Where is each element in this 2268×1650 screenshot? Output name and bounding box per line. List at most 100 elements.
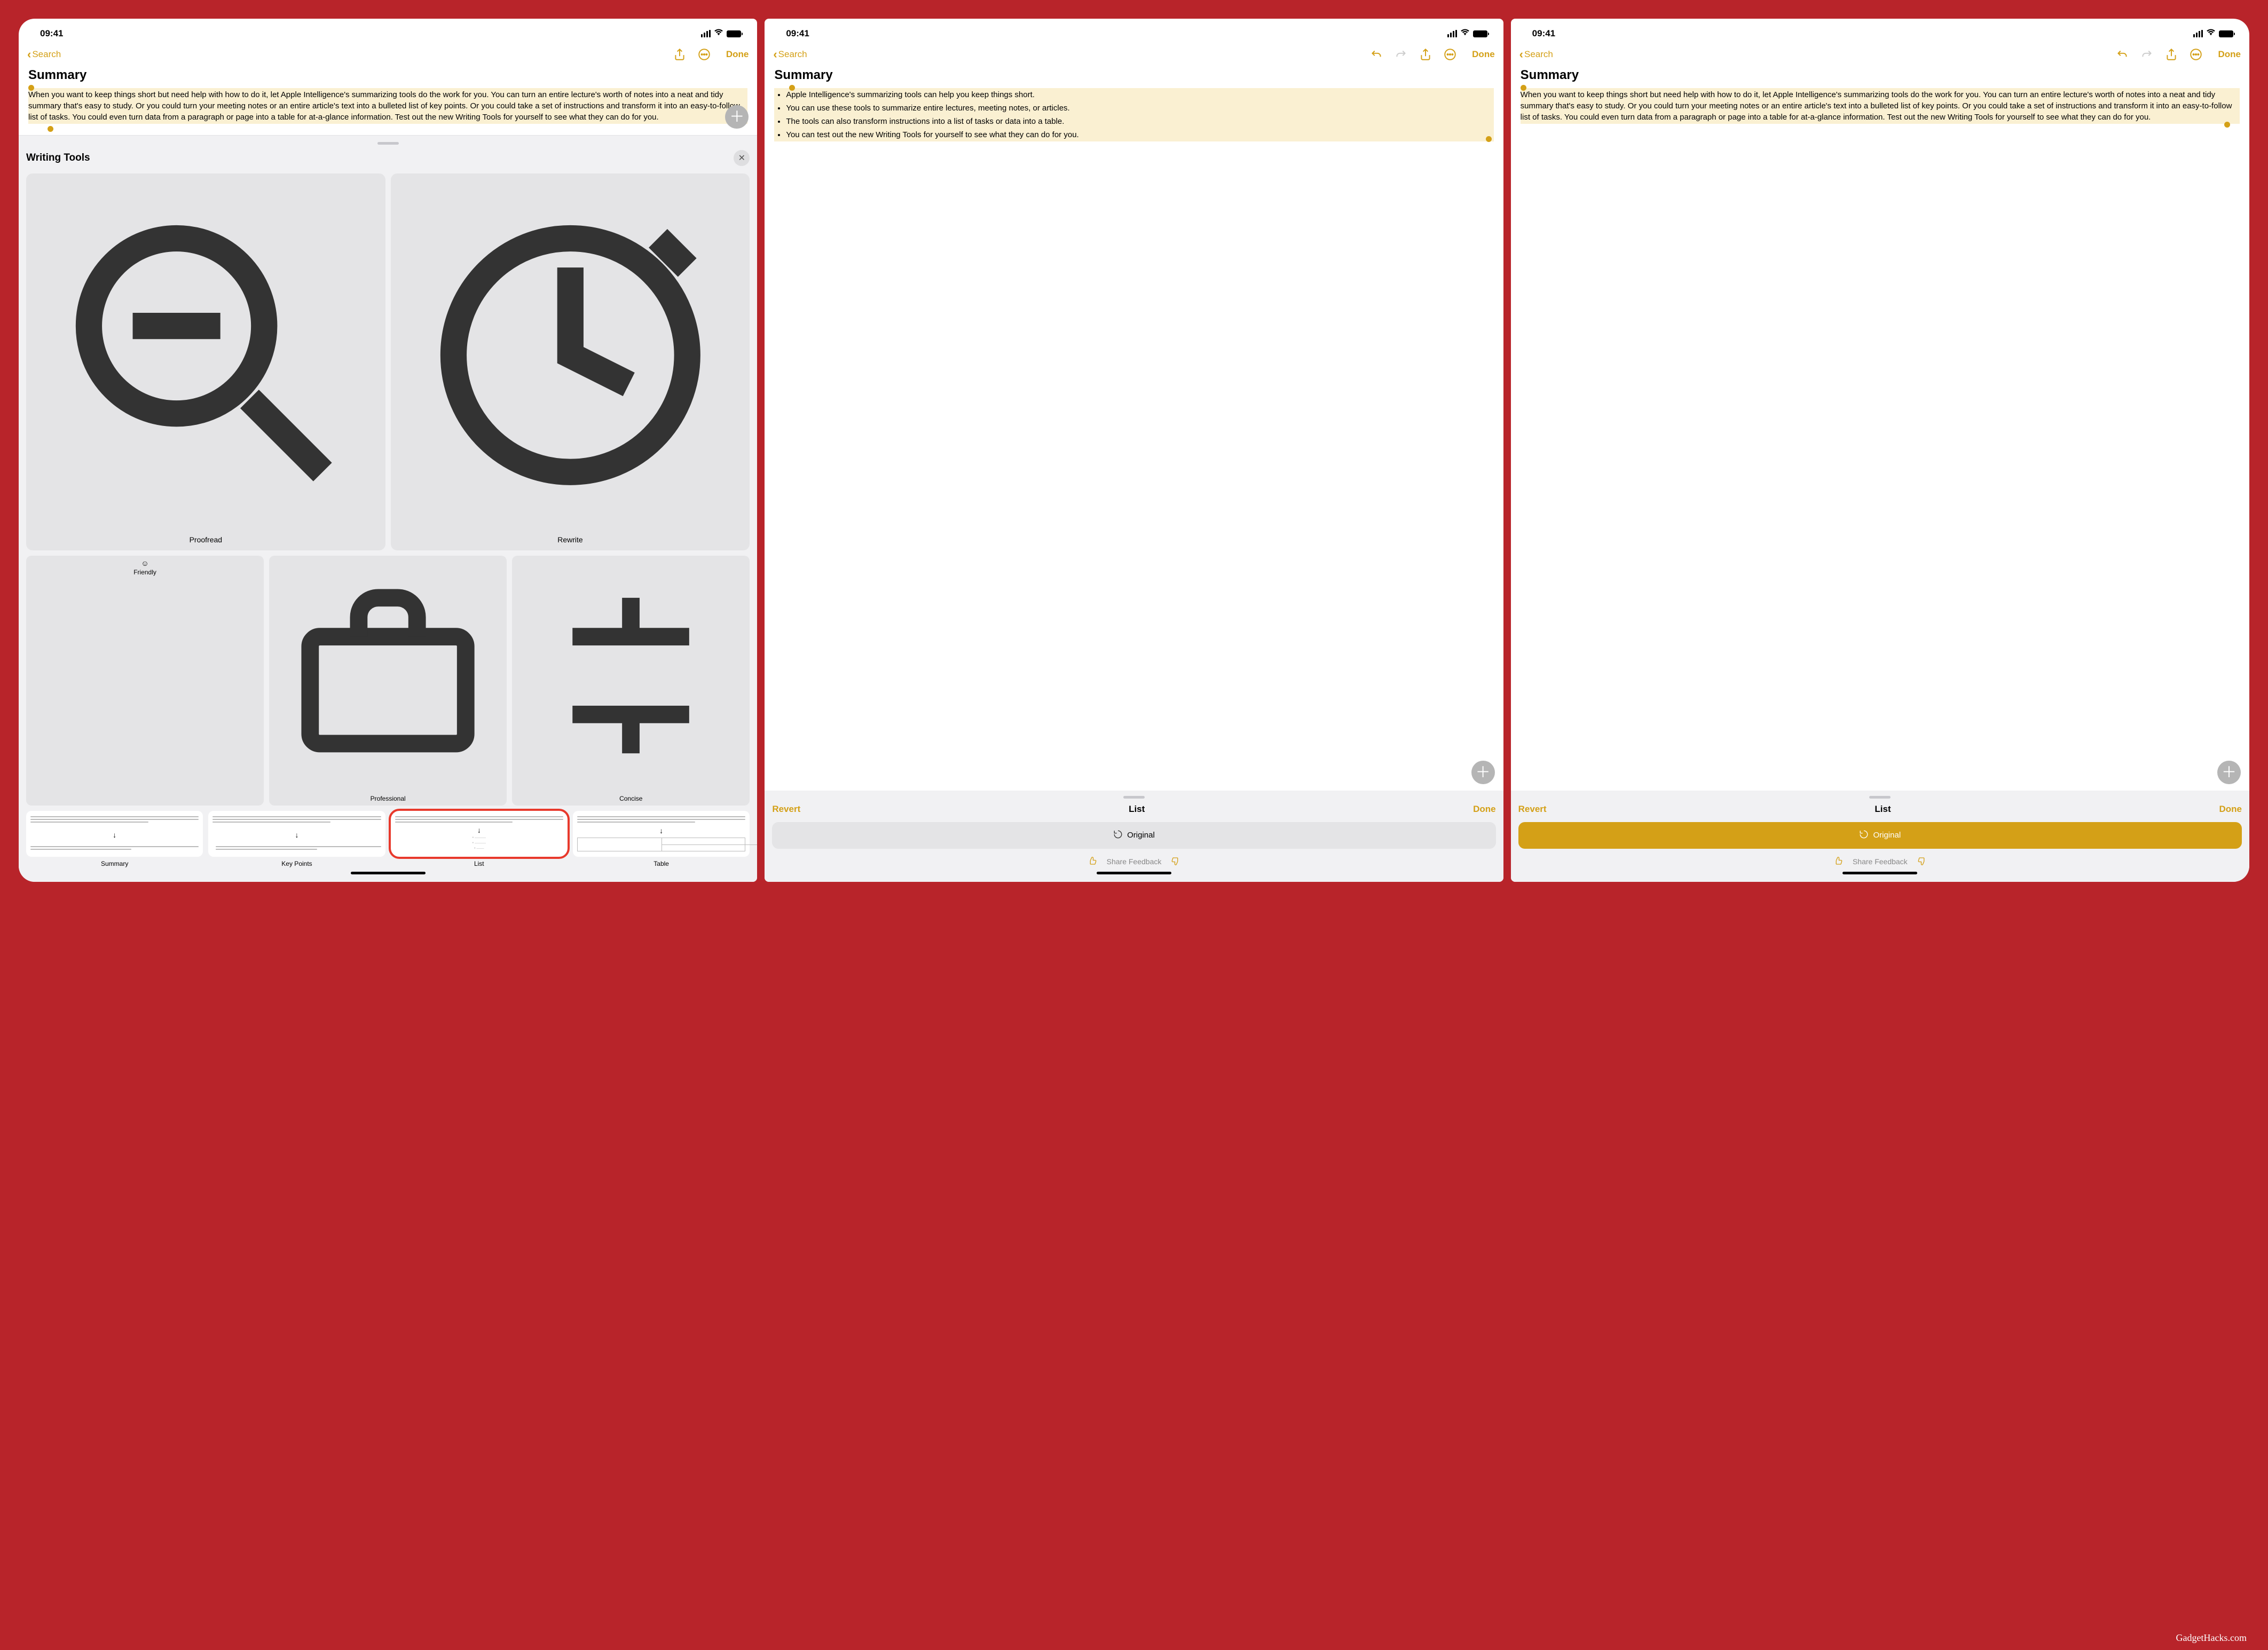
- arrow-down-icon: ↓: [395, 826, 563, 834]
- back-button[interactable]: ‹ Search: [1519, 48, 2114, 61]
- result-title: List: [1875, 804, 1891, 815]
- arrow-down-icon: ↓: [212, 831, 381, 839]
- signal-icon: [701, 30, 711, 37]
- home-indicator[interactable]: [1842, 872, 1917, 874]
- more-icon[interactable]: [1443, 48, 1457, 61]
- wifi-icon: [2206, 29, 2216, 39]
- note-bullet-list[interactable]: Apple Intelligence's summarizing tools c…: [774, 88, 1493, 141]
- share-icon[interactable]: [673, 48, 687, 61]
- result-panel: Revert List Done Original Share Feedback: [1511, 791, 2249, 882]
- thumbs-down-icon[interactable]: [1917, 856, 1927, 867]
- selection-handle-end[interactable]: [1486, 136, 1492, 142]
- share-icon[interactable]: [1419, 48, 1432, 61]
- redo-icon: [1394, 48, 1408, 61]
- writing-tools-panel: Writing Tools ✕ Proofread Rewrite: [19, 135, 757, 882]
- share-feedback-label[interactable]: Share Feedback: [1107, 857, 1162, 866]
- rewrite-button[interactable]: Rewrite: [391, 173, 750, 550]
- concise-icon: [514, 559, 747, 794]
- feedback-row: Share Feedback: [1518, 856, 2242, 867]
- panel-title: Writing Tools: [26, 152, 90, 164]
- briefcase-icon: [271, 559, 505, 794]
- revert-icon: [1113, 830, 1123, 841]
- selection-handle-start[interactable]: [28, 85, 34, 91]
- undo-icon[interactable]: [1369, 48, 1383, 61]
- share-feedback-label[interactable]: Share Feedback: [1853, 857, 1908, 866]
- revert-button[interactable]: Revert: [772, 804, 800, 815]
- result-done-button[interactable]: Done: [1473, 804, 1496, 815]
- more-icon[interactable]: [2189, 48, 2203, 61]
- format-list-button[interactable]: ↓ • ———• ———• —— List: [391, 811, 568, 867]
- wifi-icon: [1460, 29, 1470, 39]
- revert-icon: [1859, 830, 1869, 841]
- original-button[interactable]: Original: [772, 822, 1495, 849]
- close-button[interactable]: ✕: [734, 150, 750, 166]
- share-icon[interactable]: [2164, 48, 2178, 61]
- wifi-icon: [714, 29, 723, 39]
- back-label: Search: [778, 49, 807, 60]
- nav-bar: ‹ Search Done: [765, 43, 1503, 66]
- done-button[interactable]: Done: [726, 49, 749, 60]
- chevron-left-icon: ‹: [773, 48, 777, 61]
- concise-button[interactable]: Concise: [512, 556, 750, 806]
- proofread-button[interactable]: Proofread: [26, 173, 385, 550]
- back-button[interactable]: ‹ Search: [27, 48, 671, 61]
- home-indicator[interactable]: [1097, 872, 1171, 874]
- phone-screen-1: 09:41 ‹ Search Done: [19, 19, 757, 882]
- status-time: 09:41: [40, 28, 63, 39]
- back-button[interactable]: ‹ Search: [773, 48, 1367, 61]
- original-button-active[interactable]: Original: [1518, 822, 2242, 849]
- more-icon[interactable]: [697, 48, 711, 61]
- undo-icon[interactable]: [2115, 48, 2129, 61]
- watermark: GadgetHacks.com: [2176, 1632, 2247, 1644]
- panel-grabber[interactable]: [1869, 796, 1891, 799]
- back-label: Search: [32, 49, 61, 60]
- panel-grabber[interactable]: [377, 142, 399, 145]
- screenshot-triptych: 09:41 ‹ Search Done: [19, 19, 2249, 882]
- nav-bar: ‹ Search Done: [1511, 43, 2249, 66]
- selection-handle-end[interactable]: [2224, 122, 2230, 128]
- note-title: Summary: [765, 66, 1503, 88]
- list-item[interactable]: You can test out the new Writing Tools f…: [786, 128, 1493, 141]
- home-indicator[interactable]: [351, 872, 426, 874]
- thumbs-down-icon[interactable]: [1171, 856, 1180, 867]
- list-item[interactable]: You can use these tools to summarize ent…: [786, 101, 1493, 115]
- battery-icon: [2219, 30, 2233, 37]
- chevron-left-icon: ‹: [1519, 48, 1523, 61]
- feedback-row: Share Feedback: [772, 856, 1495, 867]
- done-button[interactable]: Done: [2218, 49, 2241, 60]
- note-paragraph[interactable]: When you want to keep things short but n…: [28, 88, 747, 124]
- redo-icon: [2140, 48, 2154, 61]
- note-body[interactable]: When you want to keep things short but n…: [1511, 88, 2249, 791]
- list-item[interactable]: Apple Intelligence's summarizing tools c…: [786, 88, 1493, 101]
- panel-grabber[interactable]: [1123, 796, 1145, 799]
- status-bar: 09:41: [1511, 19, 2249, 43]
- thumbs-up-icon[interactable]: [1833, 856, 1843, 867]
- format-keypoints-button[interactable]: ↓ Key Points: [208, 811, 385, 867]
- friendly-button[interactable]: ☺ Friendly: [26, 556, 264, 806]
- selection-handle-end[interactable]: [48, 126, 53, 132]
- format-summary-button[interactable]: ↓ Summary: [26, 811, 203, 867]
- add-button[interactable]: ＋: [2217, 761, 2241, 784]
- magnifier-icon: [30, 180, 381, 533]
- done-button[interactable]: Done: [1472, 49, 1495, 60]
- format-table-button[interactable]: ↓ Table: [573, 811, 750, 867]
- back-label: Search: [1524, 49, 1553, 60]
- note-body[interactable]: When you want to keep things short but n…: [19, 88, 757, 135]
- professional-button[interactable]: Professional: [269, 556, 507, 806]
- add-button[interactable]: ＋: [1471, 761, 1495, 784]
- list-item[interactable]: The tools can also transform instruction…: [786, 115, 1493, 128]
- add-button[interactable]: ＋: [725, 105, 749, 129]
- note-body[interactable]: Apple Intelligence's summarizing tools c…: [765, 88, 1503, 791]
- rewrite-icon: [395, 180, 746, 533]
- result-done-button[interactable]: Done: [2219, 804, 2242, 815]
- thumbs-up-icon[interactable]: [1088, 856, 1097, 867]
- note-title: Summary: [1511, 66, 2249, 88]
- phone-screen-2: 09:41 ‹ Search: [765, 19, 1503, 882]
- status-time: 09:41: [786, 28, 809, 39]
- arrow-down-icon: ↓: [577, 826, 745, 835]
- nav-bar: ‹ Search Done: [19, 43, 757, 66]
- revert-button[interactable]: Revert: [1518, 804, 1547, 815]
- selection-handle-start[interactable]: [1521, 85, 1526, 91]
- note-paragraph[interactable]: When you want to keep things short but n…: [1521, 88, 2240, 124]
- status-icons: [2193, 29, 2233, 39]
